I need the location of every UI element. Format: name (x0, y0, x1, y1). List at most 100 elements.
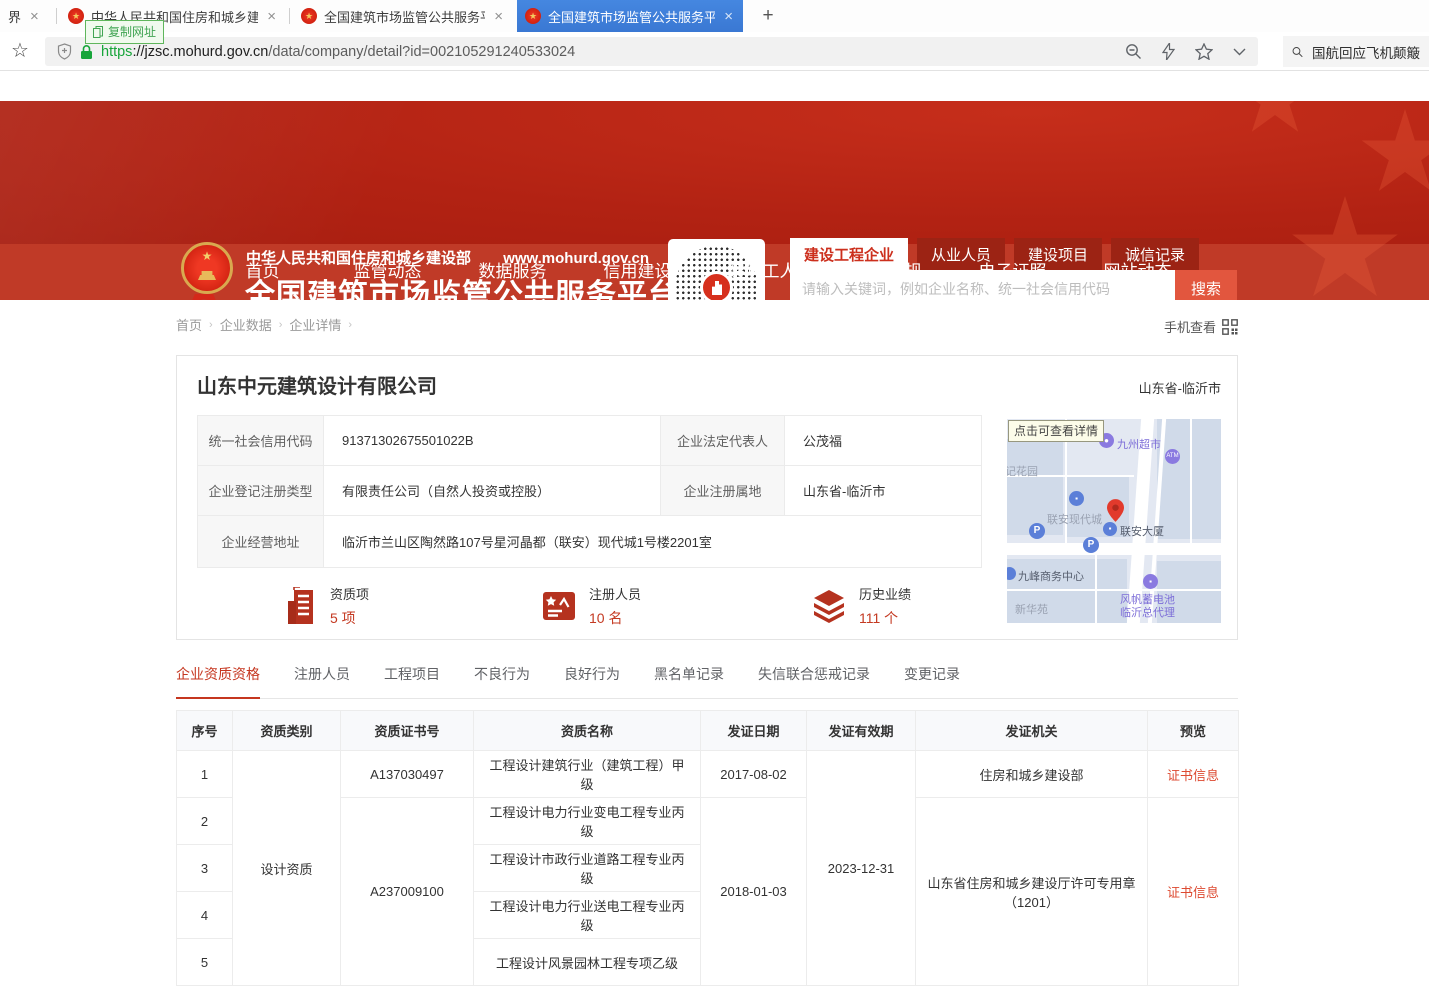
stat-past-performance: 历史业绩 111 个 (811, 584, 911, 628)
bookmark-star-icon[interactable]: ☆ (11, 38, 29, 63)
nav-item-workers[interactable]: 建筑工人 (700, 244, 825, 300)
url-text: https://jzsc.mohurd.gov.cn/data/company/… (101, 44, 575, 60)
cell-validity: 2023-12-31 (807, 751, 916, 986)
browser-tab-active[interactable]: ★ 全国建筑市场监管公共服务平台 × (517, 0, 743, 32)
browser-tab-1[interactable]: 界 × (0, 0, 50, 32)
table-row: 统一社会信用代码 91371302675501022B 企业法定代表人 公茂福 (198, 416, 982, 466)
reg-region-value: 山东省-临沂市 (785, 466, 982, 516)
tab-separator (289, 8, 290, 24)
battery-pin-icon: ▪ (1143, 574, 1158, 589)
cell-authority: 住房和城乡建设部 (916, 751, 1148, 798)
nav-item-certificates[interactable]: 电子证照 (950, 244, 1075, 300)
tab-projects[interactable]: 工程项目 (384, 664, 440, 698)
shield-icon[interactable] (57, 43, 72, 60)
mobile-view-link[interactable]: 手机查看 (1164, 317, 1238, 336)
nav-item-policy[interactable]: 政策法规 (825, 244, 950, 300)
stat-label: 注册人员 (589, 584, 641, 603)
map-label-garden: 记花园 (1007, 463, 1038, 479)
tab-title: 全国建筑市场监管公共服务平台 (324, 7, 485, 26)
nav-item-supervision[interactable]: 监管动态 (325, 244, 450, 300)
breadcrumb-company-data[interactable]: 企业数据 (220, 315, 272, 334)
cell-qual-name: 工程设计电力行业变电工程专业丙级 (474, 798, 701, 845)
red-location-pin-icon (1107, 499, 1124, 522)
table-row: 1 设计资质 A137030497 工程设计建筑行业（建筑工程）甲级 2017-… (177, 751, 1239, 798)
cell-qual-name: 工程设计电力行业送电工程专业丙级 (474, 892, 701, 939)
stat-registered-personnel: 注册人员 10 名 (541, 584, 641, 628)
close-icon[interactable]: × (492, 9, 505, 24)
browser-tab-3[interactable]: ★ 全国建筑市场监管公共服务平台 × (293, 0, 513, 32)
emblem-favicon: ★ (301, 8, 317, 24)
banner-band (0, 101, 1429, 244)
table-row: 企业经营地址 临沂市兰山区陶然路107号星河晶都（联安）现代城1号楼2201室 (198, 516, 982, 568)
breadcrumb-separator: › (279, 319, 283, 331)
tab-registered-personnel[interactable]: 注册人员 (294, 664, 350, 698)
cell-seq: 5 (177, 939, 233, 986)
search-icon (1292, 44, 1303, 60)
legal-rep-label: 企业法定代表人 (661, 416, 785, 466)
legal-rep-value: 公茂福 (785, 416, 982, 466)
tab-good-behavior[interactable]: 良好行为 (564, 664, 620, 698)
reg-type-label: 企业登记注册类型 (198, 466, 324, 516)
company-info-table: 统一社会信用代码 91371302675501022B 企业法定代表人 公茂福 … (197, 415, 982, 568)
building-pin-icon: ▪ (1069, 491, 1084, 506)
cert-info-link[interactable]: 证书信息 (1167, 885, 1219, 900)
detail-tabs: 企业资质资格 注册人员 工程项目 不良行为 良好行为 黑名单记录 失信联合惩戒记… (176, 664, 1238, 699)
tab-title: 界 (8, 7, 21, 26)
cert-info-link[interactable]: 证书信息 (1167, 768, 1219, 783)
address-value: 临沂市兰山区陶然路107号星河晶都（联安）现代城1号楼2201室 (324, 516, 982, 568)
company-panel: 山东中元建筑设计有限公司 山东省-临沂市 统一社会信用代码 9137130267… (176, 355, 1238, 640)
quick-search-text: 国航回应飞机颠簸 (1312, 42, 1420, 62)
cell-issue-date: 2018-01-03 (701, 798, 807, 986)
cell-authority: 山东省住房和城乡建设厅许可专用章（1201） (916, 798, 1148, 986)
tab-dishonesty-records[interactable]: 失信联合惩戒记录 (758, 664, 870, 698)
close-icon[interactable]: × (28, 9, 41, 24)
header-validity: 发证有效期 (807, 711, 916, 751)
header-authority: 发证机关 (916, 711, 1148, 751)
new-tab-button[interactable]: + (755, 3, 781, 29)
nav-item-data-service[interactable]: 数据服务 (450, 244, 575, 300)
tab-enterprise-qualifications[interactable]: 企业资质资格 (176, 664, 260, 699)
stat-value: 10 名 (589, 608, 641, 628)
tooltip-text: 复制网址 (108, 23, 156, 40)
lock-icon (80, 44, 93, 60)
nav-item-home[interactable]: 首页 (200, 244, 325, 300)
header-cert-no: 资质证书号 (341, 711, 474, 751)
tab-bad-behavior[interactable]: 不良行为 (474, 664, 530, 698)
flash-icon[interactable] (1162, 43, 1175, 60)
qualification-table: 序号 资质类别 资质证书号 资质名称 发证日期 发证有效期 发证机关 预览 1 … (176, 710, 1239, 986)
parking-icon: P (1029, 523, 1045, 539)
cell-qual-name: 工程设计风景园林工程专项乙级 (474, 939, 701, 986)
tab-separator (56, 8, 57, 24)
emblem-favicon: ★ (68, 8, 84, 24)
tab-blacklist[interactable]: 黑名单记录 (654, 664, 724, 698)
address-label: 企业经营地址 (198, 516, 324, 568)
stat-qualifications: 资质项 5 项 (286, 584, 369, 628)
browser-urlbar: ☆ https://jzsc.mohurd.gov.cn/data/compan… (0, 32, 1429, 71)
breadcrumb-home[interactable]: 首页 (176, 315, 202, 334)
nav-item-site-news[interactable]: 网站动态 (1075, 244, 1200, 300)
breadcrumb: 首页 › 企业数据 › 企业详情 › (176, 315, 352, 334)
nav-item-credit[interactable]: 信用建设 (575, 244, 700, 300)
close-icon[interactable]: × (722, 9, 735, 24)
chevron-down-icon[interactable] (1233, 48, 1246, 56)
reg-region-label: 企业注册属地 (661, 466, 785, 516)
copy-icon (93, 26, 103, 38)
location-map[interactable]: 点击可查看详情 ● 九州超市 记花园 ATM ▪ 联安现代城 ▪ 联安大厦 P … (1007, 419, 1221, 623)
company-name: 山东中元建筑设计有限公司 (197, 370, 437, 399)
breadcrumb-company-detail: 企业详情 (289, 315, 341, 334)
qualification-building-icon (286, 587, 318, 625)
url-field[interactable]: https://jzsc.mohurd.gov.cn/data/company/… (45, 37, 1258, 66)
emblem-favicon: ★ (525, 8, 541, 24)
close-icon[interactable]: × (265, 9, 278, 24)
zoom-out-icon[interactable] (1125, 43, 1142, 60)
favorite-star-icon[interactable] (1195, 43, 1213, 60)
tab-change-records[interactable]: 变更记录 (904, 664, 960, 698)
table-header-row: 序号 资质类别 资质证书号 资质名称 发证日期 发证有效期 发证机关 预览 (177, 711, 1239, 751)
header-issue-date: 发证日期 (701, 711, 807, 751)
quick-search-box[interactable]: 国航回应飞机颠簸 (1283, 36, 1429, 67)
header-qual-name: 资质名称 (474, 711, 701, 751)
stat-value: 111 个 (859, 608, 911, 628)
browser-window: 界 × ★ 中华人民共和国住房和城乡建设 × ★ 全国建筑市场监管公共服务平台 … (0, 0, 1429, 996)
site-header: ★ 中华人民共和国住房和城乡建设部 www.mohurd.gov.cn 全国建筑… (0, 101, 1429, 300)
stat-value: 5 项 (330, 608, 369, 628)
